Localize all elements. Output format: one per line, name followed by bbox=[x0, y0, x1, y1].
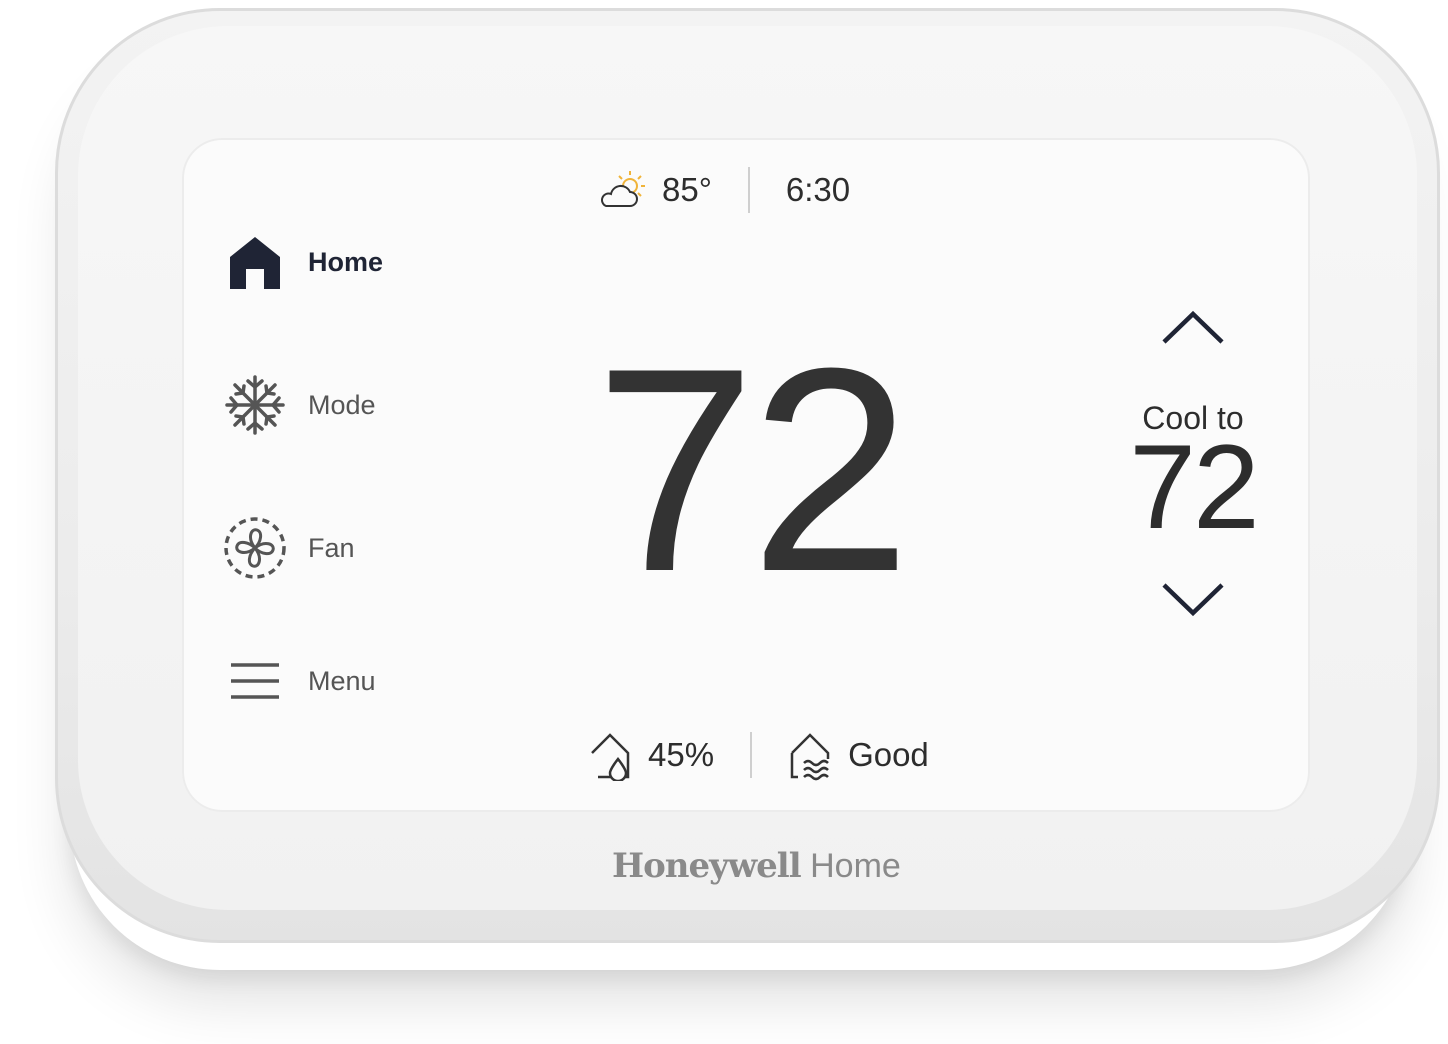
indoor-humidity: 45% bbox=[648, 736, 715, 773]
air-quality-status: Good bbox=[848, 736, 929, 773]
fan-icon bbox=[222, 515, 288, 581]
clock-time: 6:30 bbox=[785, 171, 851, 208]
nav-label-fan: Fan bbox=[308, 532, 355, 563]
current-temperature: 72 bbox=[594, 308, 912, 632]
nav-item-menu[interactable]: Menu bbox=[222, 641, 462, 721]
home-icon bbox=[222, 229, 288, 295]
hamburger-menu-icon bbox=[222, 648, 288, 714]
home-humidity-icon bbox=[591, 733, 630, 781]
status-bar: 85° 6:30 bbox=[598, 165, 850, 215]
partly-cloudy-icon bbox=[601, 171, 645, 207]
indoor-status-bar: 45% Good bbox=[588, 727, 929, 783]
chevron-down-icon[interactable] bbox=[1158, 577, 1228, 627]
snowflake-icon bbox=[222, 372, 288, 438]
nav-label-home: Home bbox=[308, 246, 384, 277]
brand-logo: Honeywell Home bbox=[612, 846, 901, 886]
nav-label-mode: Mode bbox=[308, 389, 376, 420]
setpoint-value: 72 bbox=[1129, 420, 1259, 554]
home-air-quality-icon bbox=[790, 733, 830, 781]
nav-item-home[interactable]: Home bbox=[222, 222, 462, 302]
nav-label-menu: Menu bbox=[308, 665, 376, 696]
brand-primary: Honeywell bbox=[612, 846, 802, 886]
outdoor-temperature: 85° bbox=[662, 171, 712, 208]
status-divider bbox=[747, 167, 750, 213]
chevron-up-icon[interactable] bbox=[1158, 300, 1228, 350]
bottom-divider bbox=[750, 732, 753, 778]
setpoint-control: Cool to 72 bbox=[1118, 300, 1268, 627]
nav-item-fan[interactable]: Fan bbox=[222, 508, 462, 588]
brand-secondary: Home bbox=[810, 847, 901, 885]
nav-item-mode[interactable]: Mode bbox=[222, 365, 462, 445]
